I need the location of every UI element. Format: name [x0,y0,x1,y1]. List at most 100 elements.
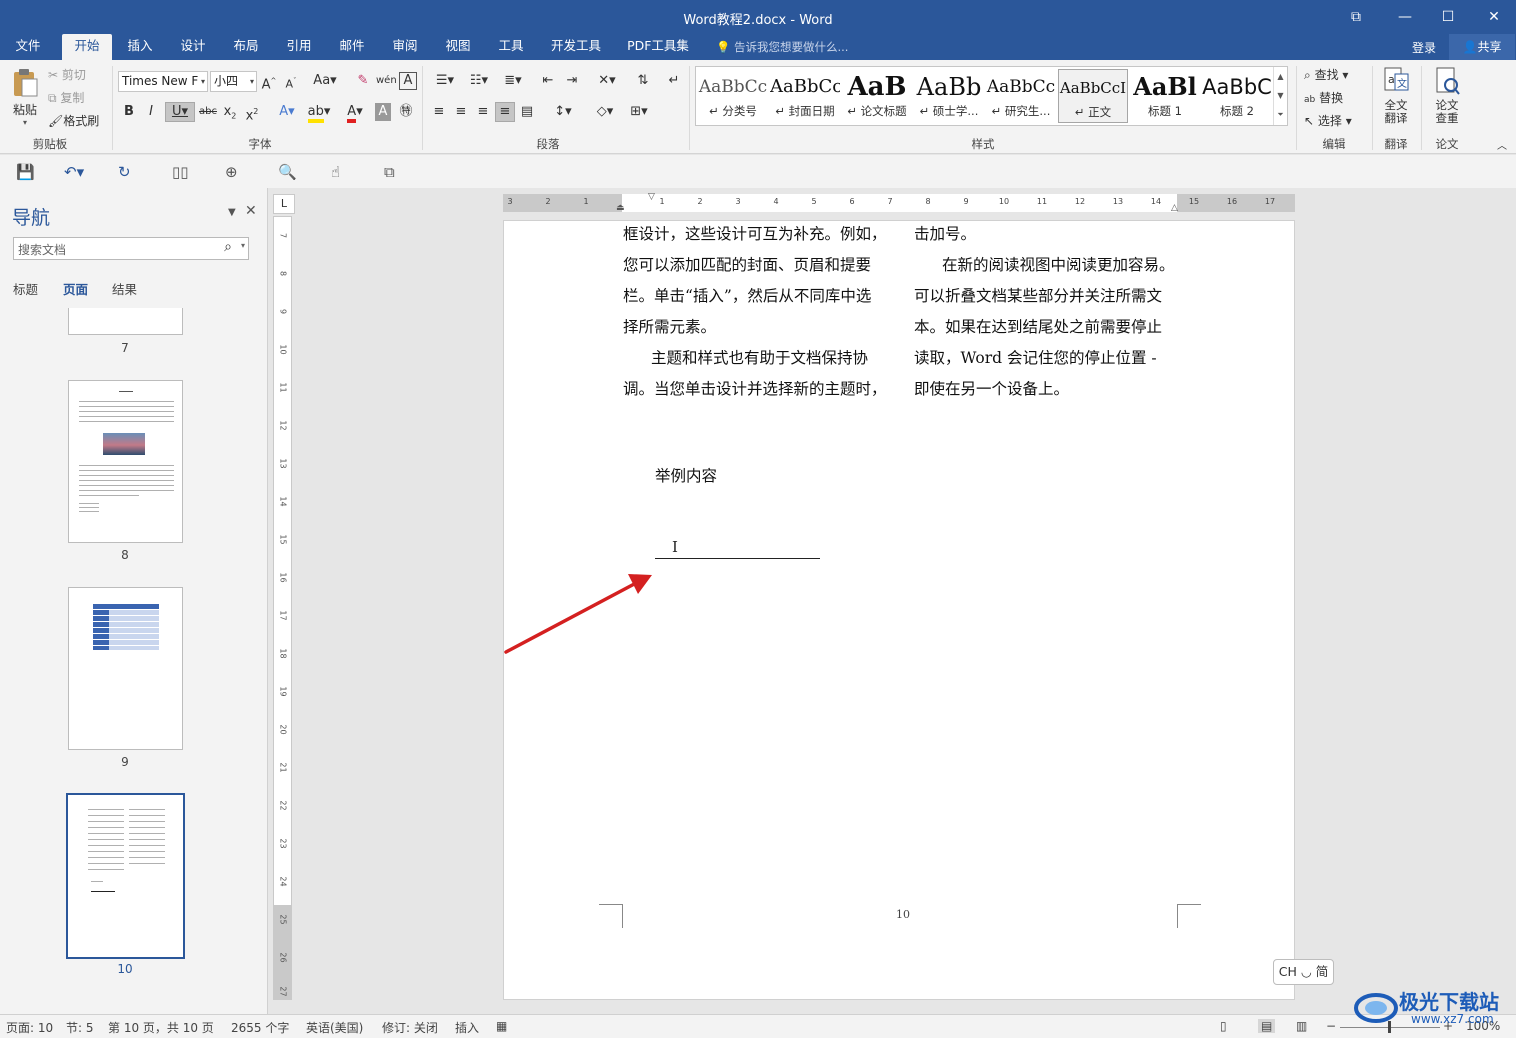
left-indent-marker[interactable]: ⏏ [616,203,625,213]
subscript-icon[interactable]: x2 [221,103,239,126]
tab-references[interactable]: 引用 [277,34,321,60]
page-thumbnail-7[interactable] [68,308,183,335]
nav-tab-pages[interactable]: 页面 [63,279,88,298]
tab-view[interactable]: 视图 [436,34,480,60]
align-left-icon[interactable]: ≡ [430,103,448,121]
status-page[interactable]: 页面: 10 [6,1019,53,1036]
style-item-thesis-title[interactable]: AaB ↵ 论文标题 [842,69,912,123]
search-input[interactable]: 搜索文档 ⌕ ▾ [13,237,249,260]
paste-button[interactable]: 粘贴 ▾ [8,66,42,130]
grow-font-icon[interactable]: A^ [261,72,277,94]
style-item-heading-1[interactable]: AaBl 标题 1 [1130,69,1200,123]
replace-button[interactable]: ab 替换 [1304,89,1343,106]
sort-icon[interactable]: ⇅ [633,72,653,90]
borders-icon[interactable]: ⊞▾ [624,103,654,121]
chevron-down-icon[interactable]: ▾ [241,241,245,250]
tell-me-box[interactable]: 💡 告诉我您想要做什么... [716,39,848,55]
macro-record-icon[interactable]: ▦ [496,1019,507,1033]
justify-icon[interactable]: ≡ [495,102,515,122]
tab-selector[interactable]: L [273,194,295,214]
font-color-icon[interactable]: A▾ [340,103,370,123]
clear-formatting-icon[interactable]: ✎ [354,72,372,90]
chinese-layout-icon[interactable]: ✕▾ [592,72,622,90]
text-column-left[interactable]: 框设计，这些设计可互为补充。例如， 您可以添加匹配的封面、页眉和提要 栏。单击“… [623,219,887,405]
decrease-indent-icon[interactable]: ⇤ [538,72,558,90]
more-styles-icon[interactable]: ⏷ [1274,105,1287,124]
bold-icon[interactable]: B [121,103,137,121]
print-preview-icon[interactable]: 🔍 [278,163,297,181]
two-pages-icon[interactable]: ▯▯ [172,163,189,181]
redo-icon[interactable]: ↻ [118,163,131,181]
enclose-characters-icon[interactable]: ㊕ [397,103,415,121]
highlight-color-icon[interactable]: ab▾ [305,103,333,123]
status-insert-mode[interactable]: 插入 [455,1019,479,1036]
page-thumbnail-10[interactable] [66,793,185,959]
customize-qat-icon[interactable]: ⧉ [384,163,395,181]
character-border-icon[interactable]: A [399,72,417,90]
change-case-icon[interactable]: Aa▾ [311,72,339,90]
distributed-icon[interactable]: ▤ [518,103,536,121]
nav-options-icon[interactable]: ▼ [228,207,236,218]
style-item-heading-2[interactable]: AaBbC 标题 2 [1202,69,1272,123]
share-button[interactable]: 👤共享 [1449,34,1515,60]
align-right-icon[interactable]: ≡ [474,103,492,121]
style-item-graduate[interactable]: AaBbCc ↵ 研究生... [986,69,1056,123]
status-word-count[interactable]: 2655 个字 [231,1019,289,1036]
nav-tab-results[interactable]: 结果 [112,279,137,298]
format-painter-button[interactable]: 🖌格式刷 [48,112,99,129]
chevron-down-icon[interactable]: ▼ [1274,86,1287,105]
style-item-normal[interactable]: AaBbCcI ↵ 正文 [1058,69,1128,123]
save-icon[interactable]: 💾 [16,163,35,181]
first-line-indent-marker[interactable]: ▽ [648,192,655,202]
style-item-cover-date[interactable]: AaBbCc ↵ 封面日期 [770,69,840,123]
tab-design[interactable]: 设计 [171,34,215,60]
touch-mode-icon[interactable]: ☝ [331,163,340,181]
status-page-of[interactable]: 第 10 页，共 10 页 [108,1019,214,1036]
tab-insert[interactable]: 插入 [118,34,162,60]
line-spacing-icon[interactable]: ↕▾ [548,103,578,121]
tab-review[interactable]: 审阅 [383,34,427,60]
font-size-combo[interactable]: 小四 ▾ [210,71,257,92]
zoom-out-icon[interactable]: − [1326,1019,1336,1033]
maximize-button[interactable]: ☐ [1428,5,1468,29]
close-icon[interactable]: ✕ [245,203,257,219]
ime-indicator[interactable]: CH ◡ 简 [1273,959,1334,985]
increase-indent-icon[interactable]: ⇥ [562,72,582,90]
shrink-font-icon[interactable]: Aˇ [283,72,299,94]
chevron-up-icon[interactable]: ▲ [1274,67,1287,86]
multilevel-list-icon[interactable]: ≣▾ [498,72,528,90]
tab-layout[interactable]: 布局 [224,34,268,60]
right-indent-marker[interactable]: △ [1171,203,1178,213]
character-shading-icon[interactable]: A [375,103,391,121]
print-layout-icon[interactable]: ▤ [1258,1019,1276,1033]
gallery-scrollbar[interactable]: ▲ ▼ ⏷ [1273,67,1287,125]
text-column-right[interactable]: 击加号。 在新的阅读视图中阅读更加容易。 可以折叠文档某些部分并关注所需文 本。… [914,219,1175,405]
page-thumbnail-8[interactable] [68,380,183,543]
superscript-icon[interactable]: x2 [243,103,261,125]
bullets-icon[interactable]: ☰▾ [430,72,460,90]
font-name-combo[interactable]: Times New F ▾ [118,71,208,92]
search-icon[interactable]: ⌕ [224,239,232,255]
sample-text[interactable]: 举例内容 [655,464,717,486]
underline-icon[interactable]: U▾ [165,102,195,122]
full-translate-button[interactable]: a文 全文翻译 [1378,66,1414,125]
paper-check-button[interactable]: 论文查重 [1429,66,1465,125]
tab-developer[interactable]: 开发工具 [544,34,608,60]
style-item-classification[interactable]: AaBbCc ↵ 分类号 [698,69,768,123]
read-mode-icon[interactable]: ▯ [1220,1019,1227,1033]
find-button[interactable]: ⌕ 查找 ▾ [1304,66,1348,83]
phonetic-guide-icon[interactable]: wén [376,72,397,90]
page-thumbnail-9[interactable] [68,587,183,750]
copy-button[interactable]: ⧉ 复制 [48,89,84,106]
style-item-master[interactable]: AaBb ↵ 硕士学... [914,69,984,123]
collapse-ribbon-icon[interactable]: ︿ [1494,138,1510,156]
status-language[interactable]: 英语(美国) [306,1019,363,1036]
cut-button[interactable]: ✂ 剪切 [48,66,86,83]
close-button[interactable]: ✕ [1474,5,1514,29]
status-track-changes[interactable]: 修订: 关闭 [382,1019,438,1036]
numbering-icon[interactable]: ☷▾ [464,72,494,90]
strikethrough-icon[interactable]: abc [199,103,217,121]
tab-tools[interactable]: 工具 [489,34,533,60]
status-section[interactable]: 节: 5 [66,1019,94,1036]
web-layout-icon[interactable]: ⊕ [225,163,238,181]
